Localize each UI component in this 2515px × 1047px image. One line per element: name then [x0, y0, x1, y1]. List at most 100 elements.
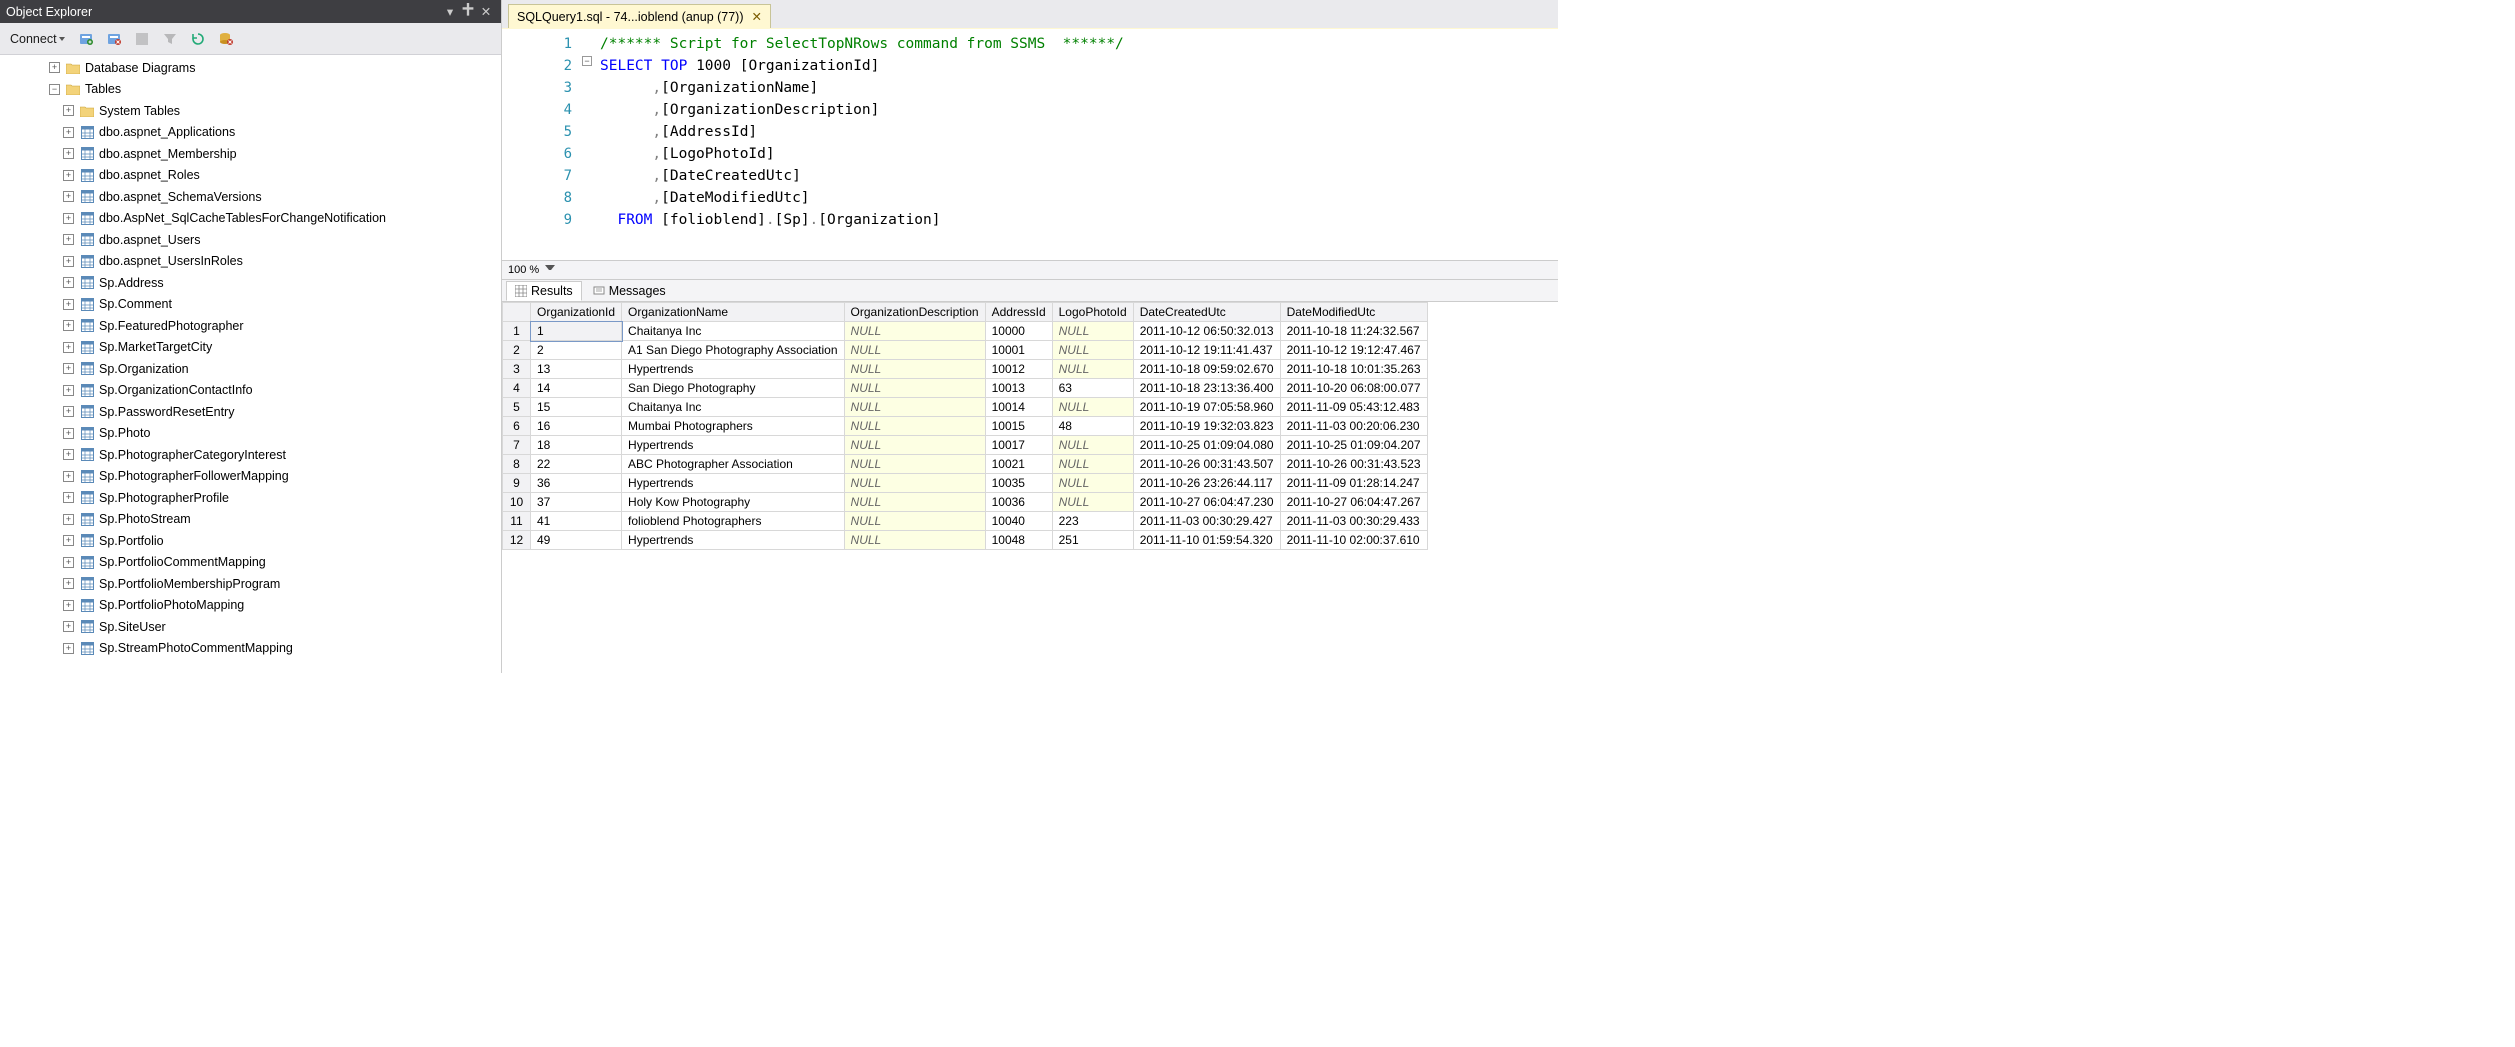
cell[interactable]: 2: [531, 341, 622, 360]
column-header[interactable]: LogoPhotoId: [1052, 303, 1133, 322]
cell[interactable]: 2011-11-03 00:30:29.427: [1133, 512, 1280, 531]
close-icon[interactable]: ✕: [477, 3, 495, 21]
cell[interactable]: 2011-10-12 06:50:32.013: [1133, 322, 1280, 341]
row-number[interactable]: 8: [503, 455, 531, 474]
cell[interactable]: 2011-10-18 09:59:02.670: [1133, 360, 1280, 379]
tree-node[interactable]: +Sp.PhotoStream: [4, 509, 501, 531]
dropdown-icon[interactable]: ▾: [441, 3, 459, 21]
row-number[interactable]: 1: [503, 322, 531, 341]
expand-icon[interactable]: +: [63, 127, 74, 138]
expand-icon[interactable]: +: [63, 191, 74, 202]
cell[interactable]: 41: [531, 512, 622, 531]
expand-icon[interactable]: +: [49, 62, 60, 73]
expand-icon[interactable]: +: [63, 256, 74, 267]
cell[interactable]: 2011-11-03 00:20:06.230: [1280, 417, 1427, 436]
column-header[interactable]: AddressId: [985, 303, 1052, 322]
row-number[interactable]: 10: [503, 493, 531, 512]
row-number[interactable]: 3: [503, 360, 531, 379]
expand-icon[interactable]: +: [63, 471, 74, 482]
expand-icon[interactable]: +: [63, 449, 74, 460]
tree-node[interactable]: +Database Diagrams: [4, 57, 501, 79]
cell[interactable]: NULL: [844, 379, 985, 398]
cell[interactable]: 22: [531, 455, 622, 474]
tree-node[interactable]: +Sp.PhotographerFollowerMapping: [4, 466, 501, 488]
tree-node[interactable]: +dbo.aspnet_UsersInRoles: [4, 251, 501, 273]
tree-node[interactable]: +Sp.Organization: [4, 358, 501, 380]
row-number[interactable]: 9: [503, 474, 531, 493]
cell[interactable]: Hypertrends: [622, 436, 844, 455]
expand-icon[interactable]: +: [63, 105, 74, 116]
cell[interactable]: 2011-10-12 19:11:41.437: [1133, 341, 1280, 360]
tree-node[interactable]: +Sp.SiteUser: [4, 616, 501, 638]
cell[interactable]: 2011-11-10 01:59:54.320: [1133, 531, 1280, 550]
cell[interactable]: Hypertrends: [622, 474, 844, 493]
tree-node[interactable]: +Sp.PhotographerProfile: [4, 487, 501, 509]
cell[interactable]: NULL: [844, 398, 985, 417]
expand-icon[interactable]: +: [63, 363, 74, 374]
cell[interactable]: Holy Kow Photography: [622, 493, 844, 512]
expand-icon[interactable]: +: [63, 621, 74, 632]
fold-icon[interactable]: −: [582, 56, 592, 66]
cell[interactable]: Mumbai Photographers: [622, 417, 844, 436]
tree-node[interactable]: +Sp.Comment: [4, 294, 501, 316]
cell[interactable]: 10001: [985, 341, 1052, 360]
cell[interactable]: 2011-10-26 00:31:43.523: [1280, 455, 1427, 474]
cell[interactable]: 223: [1052, 512, 1133, 531]
cell[interactable]: 18: [531, 436, 622, 455]
tree-node[interactable]: +Sp.Portfolio: [4, 530, 501, 552]
cell[interactable]: NULL: [844, 455, 985, 474]
expand-icon[interactable]: +: [63, 514, 74, 525]
expand-icon[interactable]: +: [63, 320, 74, 331]
results-grid-wrap[interactable]: OrganizationIdOrganizationNameOrganizati…: [502, 302, 1558, 673]
expand-icon[interactable]: +: [63, 535, 74, 546]
cell[interactable]: NULL: [844, 341, 985, 360]
tree-node[interactable]: +System Tables: [4, 100, 501, 122]
cell[interactable]: 2011-10-26 00:31:43.507: [1133, 455, 1280, 474]
cell[interactable]: 2011-10-18 10:01:35.263: [1280, 360, 1427, 379]
cell[interactable]: NULL: [844, 436, 985, 455]
tab-messages[interactable]: Messages: [584, 281, 675, 301]
cell[interactable]: 37: [531, 493, 622, 512]
close-icon[interactable]: ✕: [752, 9, 762, 24]
cell[interactable]: 2011-10-18 23:13:36.400: [1133, 379, 1280, 398]
tree-node[interactable]: +Sp.PhotographerCategoryInterest: [4, 444, 501, 466]
cell[interactable]: NULL: [844, 360, 985, 379]
cell[interactable]: 2011-10-26 23:26:44.117: [1133, 474, 1280, 493]
cell[interactable]: 10035: [985, 474, 1052, 493]
cell[interactable]: 10048: [985, 531, 1052, 550]
tree-node[interactable]: +dbo.aspnet_Applications: [4, 122, 501, 144]
expand-icon[interactable]: +: [63, 277, 74, 288]
cell[interactable]: 10021: [985, 455, 1052, 474]
cell[interactable]: 2011-11-09 05:43:12.483: [1280, 398, 1427, 417]
table-row[interactable]: 11Chaitanya IncNULL10000NULL2011-10-12 0…: [503, 322, 1428, 341]
zoom-dropdown-icon[interactable]: [545, 265, 555, 275]
cell[interactable]: 63: [1052, 379, 1133, 398]
doc-tab-sqlquery1[interactable]: SQLQuery1.sql - 74...ioblend (anup (77))…: [508, 4, 771, 28]
disconnect-db-icon[interactable]: [103, 28, 125, 50]
column-header[interactable]: OrganizationId: [531, 303, 622, 322]
cell[interactable]: 36: [531, 474, 622, 493]
cell[interactable]: A1 San Diego Photography Association: [622, 341, 844, 360]
code-area[interactable]: /****** Script for SelectTopNRows comman…: [596, 29, 1558, 260]
pin-icon[interactable]: [459, 3, 477, 21]
cell[interactable]: NULL: [1052, 341, 1133, 360]
tree-node[interactable]: +dbo.aspnet_SchemaVersions: [4, 186, 501, 208]
cell[interactable]: 2011-11-03 00:30:29.433: [1280, 512, 1427, 531]
column-header[interactable]: DateCreatedUtc: [1133, 303, 1280, 322]
cell[interactable]: 10017: [985, 436, 1052, 455]
tree-node[interactable]: +Sp.Address: [4, 272, 501, 294]
filter-icon[interactable]: [159, 28, 181, 50]
cell[interactable]: 2011-10-12 19:12:47.467: [1280, 341, 1427, 360]
cell[interactable]: folioblend Photographers: [622, 512, 844, 531]
table-row[interactable]: 1141folioblend PhotographersNULL10040223…: [503, 512, 1428, 531]
column-header[interactable]: OrganizationDescription: [844, 303, 985, 322]
expand-icon[interactable]: +: [63, 385, 74, 396]
cell[interactable]: 49: [531, 531, 622, 550]
expand-icon[interactable]: +: [63, 578, 74, 589]
refresh-icon[interactable]: [187, 28, 209, 50]
table-row[interactable]: 1037Holy Kow PhotographyNULL10036NULL201…: [503, 493, 1428, 512]
expand-icon[interactable]: +: [63, 492, 74, 503]
cell[interactable]: 15: [531, 398, 622, 417]
cell[interactable]: NULL: [844, 474, 985, 493]
expand-icon[interactable]: +: [63, 428, 74, 439]
